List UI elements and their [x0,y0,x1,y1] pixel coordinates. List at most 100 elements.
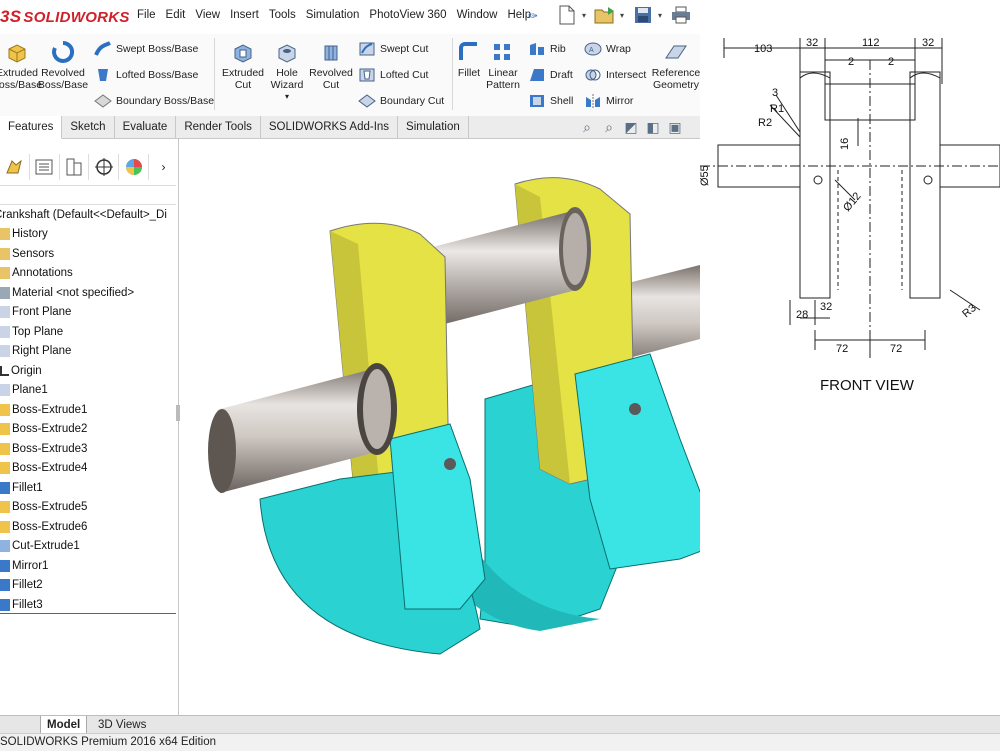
tab-features[interactable]: Features [0,116,63,139]
boundary-cut-button[interactable]: Boundary Cut [358,93,444,109]
extruded-boss-button[interactable]: Extruded Boss/Base [0,40,42,91]
dim-2-right: 2 [888,56,894,68]
tree-item-boss-extrude1[interactable]: Boss-Extrude1 [0,400,178,420]
new-document-icon[interactable] [556,4,578,26]
dimensioned-drawing: 103 32 112 32 2 2 3 R1 R2 16 Ø55 Ø12 R3 … [699,37,1000,394]
rib-button[interactable]: Rib [528,41,566,57]
draft-icon [530,69,544,81]
boss-extrude-icon [0,520,10,533]
fillet-button[interactable]: Fillet [454,40,484,79]
menu-view[interactable]: View [190,9,225,21]
tree-root-part[interactable]: Crankshaft (Default<<Default>_Di [0,205,178,225]
mirror-icon [586,94,600,109]
tree-root-label: Crankshaft (Default<<Default>_Di [0,208,167,221]
menus: File Edit View Insert Tools Simulation P… [132,9,536,21]
extruded-cut-button[interactable]: Extruded Cut [220,40,266,91]
tab-model[interactable]: Model [40,716,88,734]
graphics-area[interactable] [180,139,721,715]
save-icon[interactable] [632,4,654,26]
configuration-manager-tab-icon[interactable] [60,154,90,180]
menu-edit[interactable]: Edit [161,9,191,21]
menu-file[interactable]: File [132,9,161,21]
feature-tree-filter[interactable] [0,185,176,205]
tab-addins[interactable]: SOLIDWORKS Add-Ins [261,116,399,138]
zoom-to-area-icon[interactable]: ⌕ [600,119,618,136]
tree-item-history[interactable]: History [0,225,178,245]
open-folder-icon[interactable] [594,4,616,26]
tree-item-front-plane[interactable]: Front Plane [0,303,178,323]
menu-window[interactable]: Window [452,9,503,21]
previous-view-icon[interactable]: ◩ [622,119,640,136]
print-icon[interactable] [670,4,692,26]
hole-wizard-icon [278,44,296,63]
hole-wizard-dropdown-icon[interactable]: ▾ [285,91,289,103]
swept-boss-button[interactable]: Swept Boss/Base [94,41,198,57]
dim-103: 103 [754,43,772,55]
tree-item-cut-extrude1[interactable]: Cut-Extrude1 [0,537,178,557]
menu-tools[interactable]: Tools [264,9,301,21]
tree-item-boss-extrude2[interactable]: Boss-Extrude2 [0,420,178,440]
new-dropdown-icon[interactable]: ▾ [582,11,590,20]
more-tabs-chevron-icon[interactable]: › [149,154,178,180]
tree-item-fillet1[interactable]: Fillet1 [0,478,178,498]
revolved-boss-icon [52,40,75,63]
wrap-button[interactable]: A Wrap [584,41,631,57]
extruded-boss-icon [8,44,26,63]
drawing-title: FRONT VIEW [820,377,915,394]
tree-item-boss-extrude5[interactable]: Boss-Extrude5 [0,498,178,518]
display-manager-tab-icon[interactable] [119,154,150,180]
tree-item-fillet2[interactable]: Fillet2 [0,576,178,596]
tree-item-material[interactable]: Material <not specified> [0,283,178,303]
tree-item-boss-extrude3[interactable]: Boss-Extrude3 [0,439,178,459]
lofted-boss-button[interactable]: Lofted Boss/Base [94,67,198,83]
dim-dia55: Ø55 [700,165,711,186]
tree-item-mirror1[interactable]: Mirror1 [0,556,178,576]
tree-item-sensors[interactable]: Sensors [0,244,178,264]
tree-item-annotations[interactable]: Annotations [0,264,178,284]
hole-wizard-button[interactable]: Hole Wizard ▾ [266,40,308,103]
revolved-cut-button[interactable]: Revolved Cut [308,40,354,91]
tab-render-tools[interactable]: Render Tools [176,116,261,138]
rib-label: Rib [550,43,566,55]
intersect-button[interactable]: Intersect [584,67,646,83]
save-dropdown-icon[interactable]: ▾ [658,11,666,20]
tab-simulation[interactable]: Simulation [398,116,469,138]
shell-button[interactable]: Shell [528,93,573,109]
lofted-cut-button[interactable]: Lofted Cut [358,67,428,83]
tree-item-boss-extrude6[interactable]: Boss-Extrude6 [0,517,178,537]
tree-item-plane1[interactable]: Plane1 [0,381,178,401]
tree-item-fillet3[interactable]: Fillet3 [0,595,178,615]
linear-pattern-button[interactable]: Linear Pattern [484,40,522,91]
tab-sketch[interactable]: Sketch [62,116,115,138]
zoom-to-fit-icon[interactable]: ⌕ [578,119,596,136]
menu-insert[interactable]: Insert [225,9,264,21]
tree-item-origin[interactable]: Origin [0,361,178,381]
swept-cut-button[interactable]: Swept Cut [358,41,428,57]
dimxpert-manager-tab-icon[interactable] [89,154,120,180]
section-view-icon[interactable]: ◧ [644,119,662,136]
tree-item-right-plane[interactable]: Right Plane [0,342,178,362]
view-orientation-icon[interactable]: ▣ [666,119,684,136]
menu-photoview[interactable]: PhotoView 360 [364,9,451,21]
plane-icon [0,325,10,338]
pin-icon[interactable]: ✑ [528,9,538,23]
solidworks-logo[interactable]: 3S SOLIDWORKS [0,5,130,29]
svg-text:A: A [589,47,594,54]
draft-button[interactable]: Draft [528,67,573,83]
revolved-boss-button[interactable]: Revolved Boss/Base [36,40,90,91]
tab-3d-views[interactable]: 3D Views [92,716,152,734]
open-dropdown-icon[interactable]: ▾ [620,11,628,20]
feature-manager-tab-icon[interactable] [0,154,30,180]
boundary-boss-button[interactable]: Boundary Boss/Base [94,93,214,109]
shell-icon [530,95,544,107]
tab-evaluate[interactable]: Evaluate [115,116,177,138]
reference-geometry-label: Reference Geometry [652,67,700,91]
tree-item-boss-extrude4[interactable]: Boss-Extrude4 [0,459,178,479]
menu-simulation[interactable]: Simulation [301,9,365,21]
property-manager-tab-icon[interactable] [30,154,60,180]
rollback-bar[interactable] [0,613,176,614]
mirror-button[interactable]: Mirror [584,93,633,109]
history-folder-icon [0,228,10,241]
reference-geometry-button[interactable]: Reference Geometry [652,40,700,91]
tree-item-top-plane[interactable]: Top Plane [0,322,178,342]
